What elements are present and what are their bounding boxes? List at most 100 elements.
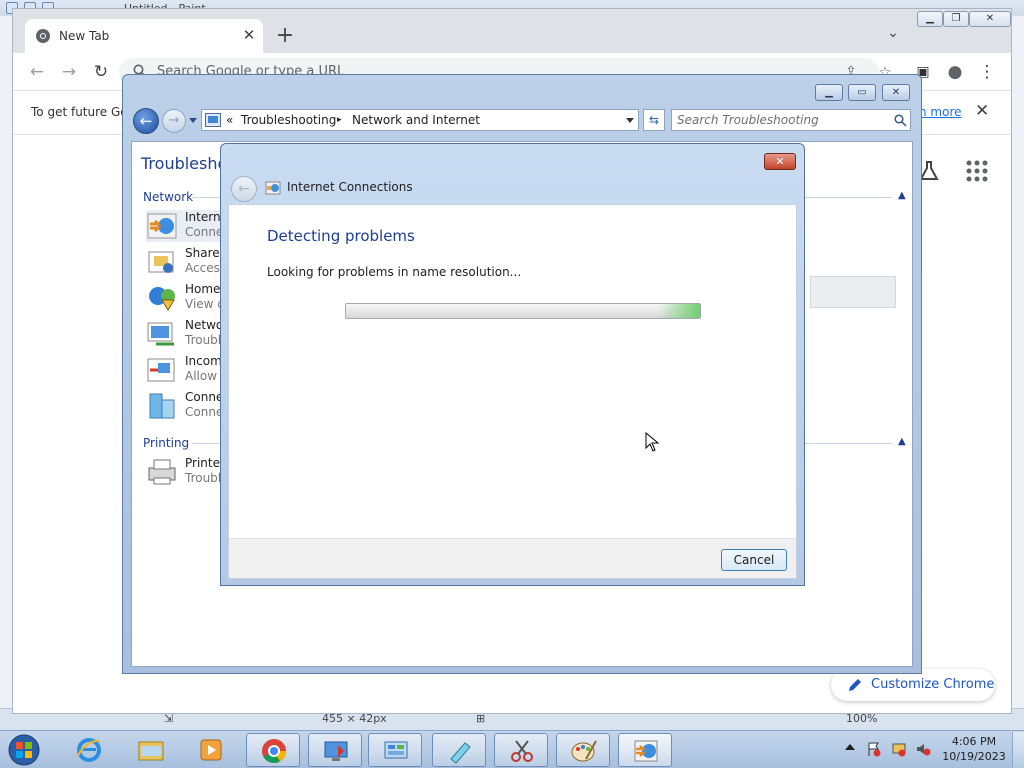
internet-connections-small-icon [265,181,281,195]
taskbar-google-chrome[interactable] [246,733,300,767]
cancel-button[interactable]: Cancel [721,549,787,571]
chrome-restore-button[interactable]: ❐ [943,11,969,27]
collapse-printing-icon[interactable]: ▲ [898,436,906,447]
taskbar-troubleshooter[interactable] [618,733,672,767]
control-panel-icon [205,113,221,127]
dialog-heading: Detecting problems [267,227,415,245]
printer-icon [148,459,176,485]
dialog-title: Internet Connections [287,180,413,194]
taskbar-remote-desktop[interactable] [308,733,362,767]
search-icon[interactable] [894,114,907,127]
action-center-flag-icon[interactable] [866,741,882,757]
snipping-tool-scissors-icon [511,740,533,762]
explorer-back-button[interactable]: ← [133,108,159,134]
troubleshooting-search-input[interactable]: Search Troubleshooting [671,109,911,131]
explorer-forward-button[interactable]: → [162,109,186,133]
internet-connections-dialog: ✕ ← Internet Connections Detecting probl… [220,143,805,586]
ts-item-title: Conne [185,390,224,404]
dialog-close-button[interactable]: ✕ [764,153,796,170]
group-header-network[interactable]: Network [143,190,193,204]
shared-folders-icon [148,251,174,273]
explorer-maximize-button[interactable]: ▭ [848,84,876,101]
paint-palette-icon [571,740,597,762]
clock-time: 4:06 PM [951,735,997,748]
group-header-printing[interactable]: Printing [143,436,189,450]
system-clock[interactable]: 4:06 PM 10/19/2023 [942,734,1006,764]
workplace-connection-icon [149,393,175,419]
selected-row-highlight [810,276,896,308]
ts-item-title: Netwo [185,318,224,332]
network-adapter-icon [147,322,174,346]
ts-item-subtitle: Conne [185,225,224,239]
ts-item-subtitle: Troubl [185,471,222,485]
explorer-minimize-button[interactable]: ▁ [815,84,843,101]
chrome-new-tab-button[interactable]: + [271,23,299,51]
network-status-icon[interactable] [891,741,907,757]
detection-progress-bar [345,303,701,319]
collapse-network-icon[interactable]: ▲ [898,190,906,201]
dialog-back-button[interactable]: ← [231,176,257,202]
taskbar: 4:06 PM 10/19/2023 [0,730,1024,768]
chrome-tab-search-chevron-icon[interactable]: ⌄ [881,25,905,49]
ts-item-subtitle: View c [185,297,224,311]
chrome-minimize-button[interactable]: ▁ [917,11,943,27]
chrome-profile-avatar-icon[interactable]: ● [943,61,967,85]
taskbar-file-explorer[interactable] [124,733,178,767]
internet-explorer-icon [77,738,101,762]
dialog-body: Detecting problems Looking for problems … [228,204,797,579]
chrome-tab-new-tab[interactable]: New Tab ✕ [25,19,263,53]
volume-muted-icon[interactable] [915,741,931,757]
search-placeholder: Search Troubleshooting [677,113,819,127]
troubleshooter-icon [634,740,658,762]
file-explorer-folder-icon [138,741,164,761]
refresh-icon[interactable]: ⇆ [643,109,665,131]
chrome-close-button[interactable]: ✕ [969,11,1011,27]
infobar-learn-more-link[interactable]: n more [919,105,962,119]
ts-item-subtitle: Troubl [185,333,222,347]
mouse-cursor-icon [645,432,659,452]
control-panel-taskbar-icon [384,741,408,759]
ts-item-title: Printer [185,456,225,470]
pencil-icon [849,679,861,691]
chrome-tab-label: New Tab [59,29,110,43]
taskbar-media-player[interactable] [184,733,238,767]
breadcrumb-network-and-internet[interactable]: Network and Internet [352,113,480,127]
clock-date: 10/19/2023 [942,750,1006,763]
media-player-icon [200,739,222,761]
notepad-icon [450,742,471,764]
progress-bar-glow [658,304,700,318]
remote-desktop-icon [324,741,348,761]
chrome-forward-arrow-icon[interactable]: → [57,61,81,85]
breadcrumb-separator[interactable]: ▸ [337,115,342,125]
dialog-footer: Cancel [229,538,796,578]
chrome-favicon-icon [36,29,50,43]
taskbar-notepad[interactable] [432,733,486,767]
chrome-back-arrow-icon[interactable]: ← [25,61,49,85]
breadcrumb-troubleshooting[interactable]: Troubleshooting [241,113,336,127]
address-dropdown-icon[interactable] [626,118,634,123]
google-chrome-icon [262,739,286,764]
explorer-close-button[interactable]: ✕ [882,84,910,101]
breadcrumb-overflow[interactable]: « [226,113,233,127]
homegroup-icon [149,287,175,311]
customize-chrome-label: Customize Chrome [871,677,995,692]
ts-item-subtitle: Conne [185,405,224,419]
show-desktop-button[interactable] [1012,732,1024,768]
chrome-menu-kebab-icon[interactable]: ⋮ [975,61,999,85]
show-hidden-icons-arrow-icon[interactable] [845,744,855,750]
infobar-close-icon[interactable]: ✕ [975,101,989,121]
taskbar-paint[interactable] [556,733,610,767]
chrome-tab-close-icon[interactable]: ✕ [239,25,259,45]
taskbar-internet-explorer[interactable] [62,733,116,767]
incoming-connections-icon [147,358,175,382]
dialog-status-text: Looking for problems in name resolution.… [267,265,522,279]
start-button-windows-orb-icon[interactable] [4,732,44,768]
google-apps-grid-icon[interactable] [963,157,991,185]
taskbar-control-panel[interactable] [368,733,422,767]
recent-pages-dropdown-icon[interactable] [189,118,197,123]
taskbar-snipping-tool[interactable] [494,733,548,767]
address-bar[interactable]: « Troubleshooting ▸ Network and Internet [201,109,639,131]
chrome-reload-icon[interactable]: ↻ [89,61,113,85]
internet-connections-icon [147,213,177,239]
chrome-tabstrip: New Tab ✕ + ⌄ ▁ ❐ ✕ [13,9,1011,53]
